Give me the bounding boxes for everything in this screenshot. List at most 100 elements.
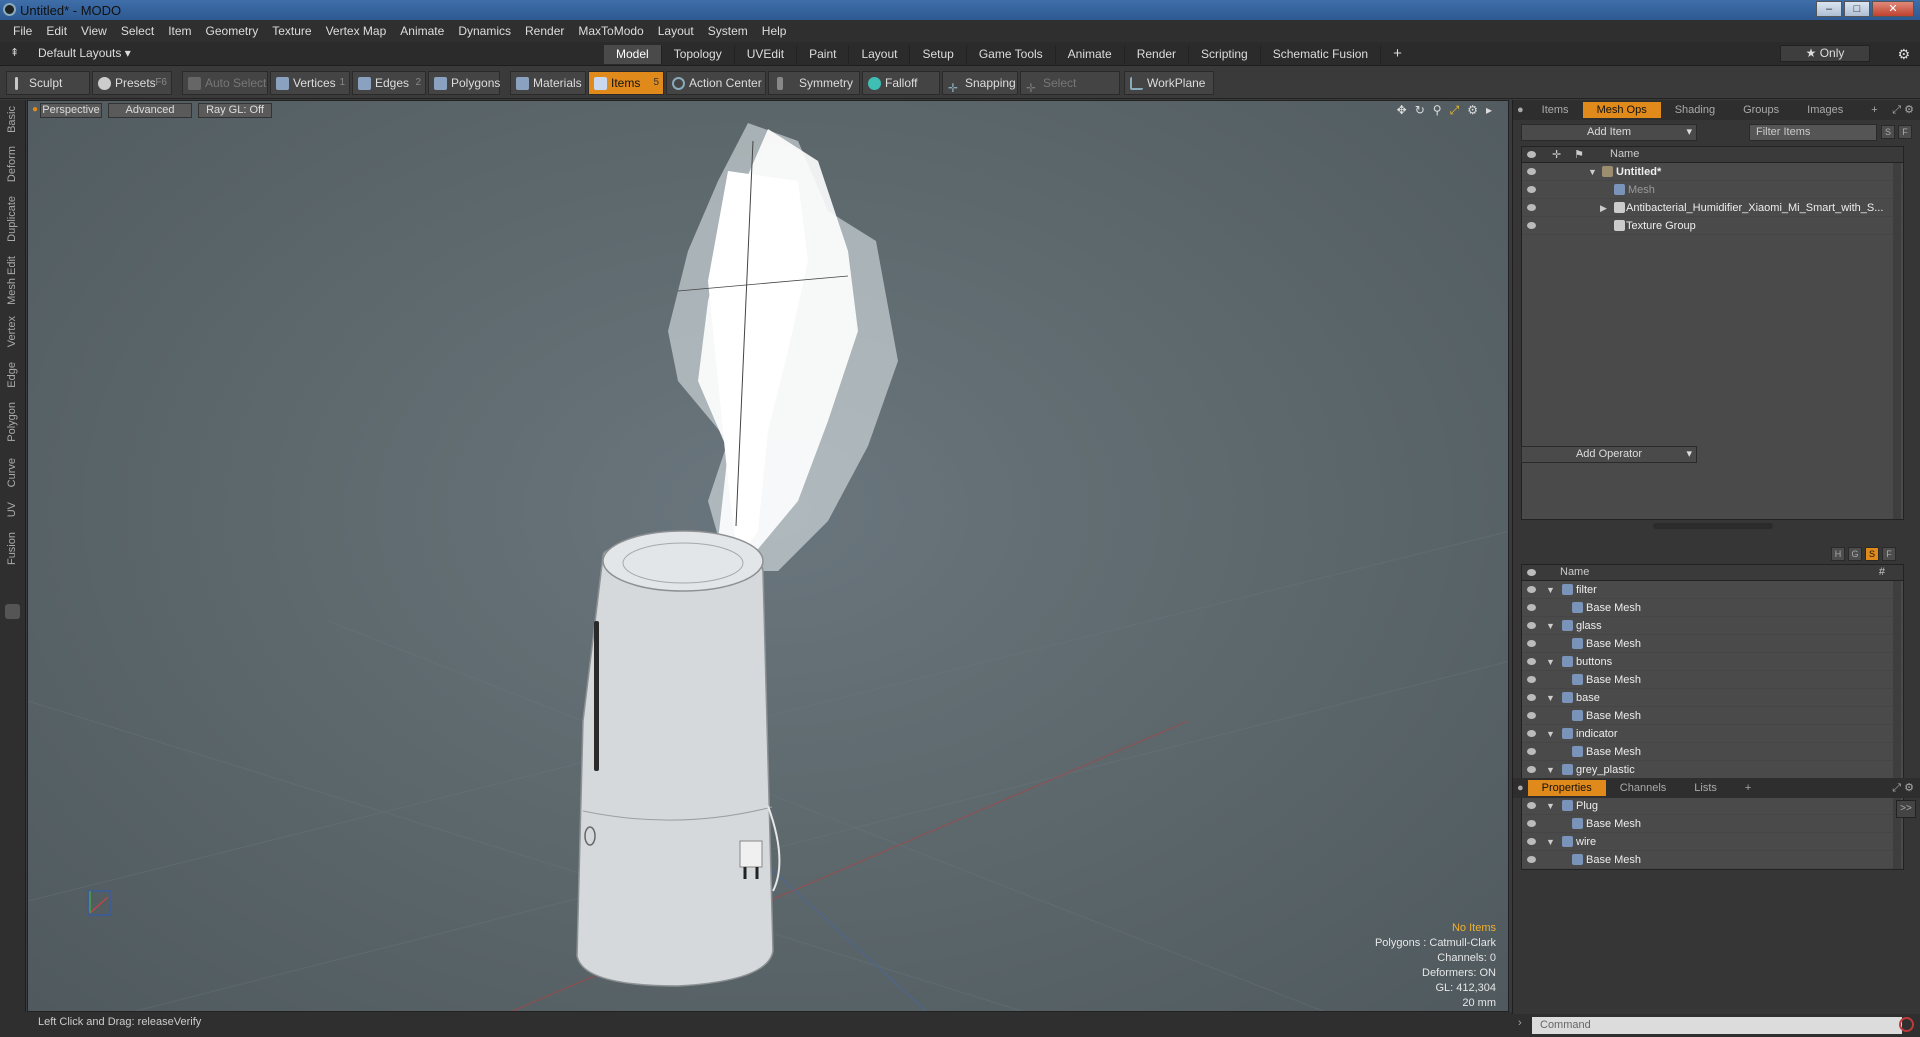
menu-file[interactable]: File (6, 24, 39, 38)
expand-arrow-icon[interactable]: ▼ (1546, 761, 1555, 779)
panel-menu-icon[interactable]: ● (1513, 782, 1528, 794)
viewport-menu-icon[interactable]: ● (32, 104, 38, 115)
visibility-eye-icon[interactable] (1527, 151, 1536, 158)
tab-paint[interactable]: Paint (797, 45, 850, 64)
visibility-eye-icon[interactable] (1527, 658, 1536, 665)
s-button[interactable]: S (1881, 125, 1895, 139)
ops-row-group[interactable]: ▼ base (1522, 689, 1903, 707)
tab-layout[interactable]: Layout (849, 45, 911, 64)
visibility-eye-icon[interactable] (1527, 186, 1536, 193)
ops-row-group[interactable]: ▼ wire (1522, 833, 1903, 851)
menu-geometry[interactable]: Geometry (199, 24, 266, 38)
menu-edit[interactable]: Edit (39, 24, 74, 38)
expand-arrow-icon[interactable]: ▼ (1546, 653, 1555, 671)
zoom-icon[interactable]: ⚲ (1433, 103, 1442, 118)
tab-model[interactable]: Model (604, 45, 662, 64)
edges-button[interactable]: Edges 2 (352, 71, 426, 95)
perspective-button[interactable]: Perspective (40, 103, 102, 118)
tab-scripting[interactable]: Scripting (1189, 45, 1261, 64)
add-operator-dropdown[interactable]: Add Operator ▾ (1521, 446, 1697, 463)
expand-arrow-icon[interactable]: ▼ (1546, 833, 1555, 851)
ops-row-base-mesh[interactable]: Base Mesh (1522, 743, 1903, 761)
ops-row-group[interactable]: ▼ grey_plastic (1522, 761, 1903, 779)
visibility-eye-icon[interactable] (1527, 569, 1536, 576)
visibility-eye-icon[interactable] (1527, 586, 1536, 593)
menu-view[interactable]: View (74, 24, 114, 38)
rotate-icon[interactable]: ↻ (1415, 103, 1425, 118)
presets-button[interactable]: Presets F6 (92, 71, 172, 95)
s-toggle-button[interactable]: S (1865, 547, 1879, 561)
tab-shading[interactable]: Shading (1661, 102, 1729, 118)
only-toggle[interactable]: ★ Only (1780, 45, 1870, 62)
add-tab-button[interactable]: + (1381, 45, 1414, 64)
symmetry-button[interactable]: Symmetry (768, 71, 860, 95)
strip-tab-polygon[interactable]: Polygon (6, 402, 18, 442)
strip-tab-edge[interactable]: Edge (6, 362, 18, 388)
add-item-dropdown[interactable]: Add Item ▾ (1521, 124, 1697, 141)
close-button[interactable]: ✕ (1872, 1, 1914, 17)
raygl-button[interactable]: Ray GL: Off (198, 103, 272, 118)
pan-icon[interactable]: ✥ (1397, 103, 1407, 118)
tab-lists[interactable]: Lists (1680, 780, 1731, 796)
vertices-button[interactable]: Vertices 1 (270, 71, 350, 95)
menu-dynamics[interactable]: Dynamics (451, 24, 518, 38)
strip-tab-curve[interactable]: Curve (6, 458, 18, 487)
tab-properties[interactable]: Properties (1527, 780, 1606, 796)
visibility-eye-icon[interactable] (1527, 622, 1536, 629)
visibility-eye-icon[interactable] (1527, 748, 1536, 755)
visibility-eye-icon[interactable] (1527, 222, 1536, 229)
viewport-expand-icon[interactable]: ▸ (1486, 103, 1492, 118)
falloff-button[interactable]: Falloff (862, 71, 940, 95)
ops-row-group[interactable]: ▼ glass (1522, 617, 1903, 635)
menu-layout[interactable]: Layout (651, 24, 701, 38)
expand-properties-button[interactable]: >> (1896, 800, 1916, 818)
strip-tab-fusion[interactable]: Fusion (6, 532, 18, 565)
tab-items[interactable]: Items (1528, 102, 1583, 118)
visibility-eye-icon[interactable] (1527, 730, 1536, 737)
panel-menu-icon[interactable]: ● (1513, 104, 1528, 116)
panel-settings-icon[interactable]: ⤢ ⚙ (1892, 781, 1914, 795)
ops-row-base-mesh[interactable]: Base Mesh (1522, 707, 1903, 725)
visibility-eye-icon[interactable] (1527, 856, 1536, 863)
tab-mesh-ops[interactable]: Mesh Ops (1582, 102, 1661, 118)
snapping-button[interactable]: ✛ Snapping (942, 71, 1018, 95)
f-button[interactable]: F (1898, 125, 1912, 139)
ops-row-group[interactable]: ▼ buttons (1522, 653, 1903, 671)
tab-topology[interactable]: Topology (662, 45, 735, 64)
visibility-eye-icon[interactable] (1527, 838, 1536, 845)
3d-viewport[interactable]: ● Perspective Advanced Ray GL: Off ✥ ↻ ⚲… (27, 100, 1509, 1012)
polygons-button[interactable]: Polygons (428, 71, 500, 95)
visibility-eye-icon[interactable] (1527, 676, 1536, 683)
strip-tab-mesh-edit[interactable]: Mesh Edit (6, 256, 18, 305)
advanced-button[interactable]: Advanced (108, 103, 192, 118)
h-button[interactable]: H (1831, 547, 1845, 561)
menu-system[interactable]: System (701, 24, 755, 38)
add-panel-tab-button[interactable]: + (1857, 102, 1891, 118)
filter-items-input[interactable]: Filter Items (1749, 124, 1877, 141)
items-scrollbar[interactable] (1893, 163, 1901, 519)
minimize-button[interactable]: – (1816, 1, 1842, 17)
strip-tab-vertex[interactable]: Vertex (6, 316, 18, 347)
ops-row-base-mesh[interactable]: Base Mesh (1522, 851, 1903, 869)
materials-button[interactable]: Materials (510, 71, 586, 95)
visibility-eye-icon[interactable] (1527, 766, 1536, 773)
panel-settings-icon[interactable]: ⤢ ⚙ (1892, 103, 1914, 117)
expand-arrow-icon[interactable]: ▼ (1588, 163, 1597, 181)
ops-row-base-mesh[interactable]: Base Mesh (1522, 599, 1903, 617)
fit-icon[interactable]: ⤢ (1450, 103, 1460, 118)
panel-splitter-handle[interactable] (1653, 523, 1773, 529)
menu-texture[interactable]: Texture (265, 24, 318, 38)
command-input[interactable]: Command (1532, 1017, 1902, 1034)
strip-tab-deform[interactable]: Deform (6, 146, 18, 182)
tab-render[interactable]: Render (1125, 45, 1190, 64)
record-macro-icon[interactable] (1899, 1017, 1914, 1032)
tab-setup[interactable]: Setup (910, 45, 967, 64)
ops-row-group[interactable]: ▼ indicator (1522, 725, 1903, 743)
expand-arrow-icon[interactable]: ▼ (1546, 581, 1555, 599)
tab-schematic-fusion[interactable]: Schematic Fusion (1261, 45, 1382, 64)
expand-arrow-icon[interactable]: ▼ (1546, 725, 1555, 743)
visibility-eye-icon[interactable] (1527, 204, 1536, 211)
gear-icon[interactable]: ⚙ (1897, 46, 1910, 63)
menu-maxtomodo[interactable]: MaxToModo (571, 24, 650, 38)
ops-row-group[interactable]: ▼ filter (1522, 581, 1903, 599)
